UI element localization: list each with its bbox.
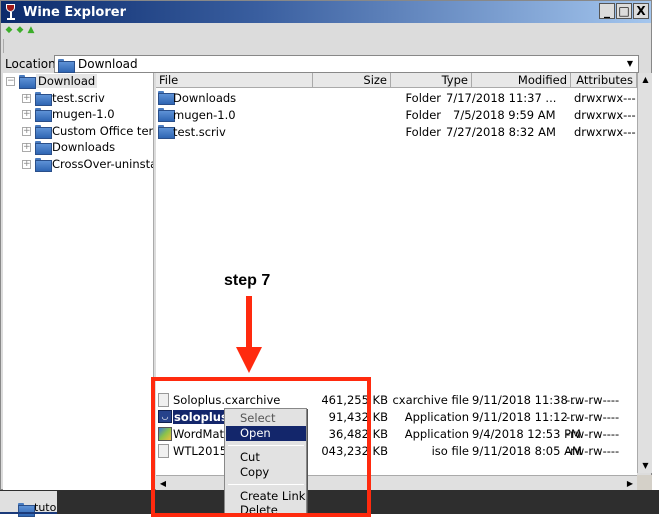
location-bar: Location: Download ▼ <box>1 54 651 74</box>
tree-item-label: test.scriv <box>52 91 105 105</box>
file-attributes: -rw-rw---- <box>566 444 620 458</box>
folder-icon <box>35 92 52 106</box>
file-attributes: -rw-rw---- <box>566 393 620 407</box>
file-attributes: drwxrwx--- <box>574 125 636 139</box>
folder-icon <box>35 158 52 172</box>
folder-icon <box>35 141 52 155</box>
tree-item[interactable]: + Downloads <box>22 139 115 155</box>
annotation-arrow-head-icon <box>236 347 262 373</box>
folder-icon <box>35 125 52 139</box>
desktop-edge <box>652 0 659 490</box>
column-header-size[interactable]: Size <box>313 73 391 88</box>
toolbar: ◆ ◆ ▲ <box>1 23 651 37</box>
file-attributes: drwxrwx--- <box>574 108 636 122</box>
file-type: Application <box>404 410 469 424</box>
up-arrow-icon[interactable]: ▲ <box>27 26 35 35</box>
minimize-button[interactable]: _ <box>599 3 615 19</box>
tree-item[interactable]: + CrossOver-uninstall <box>22 156 154 172</box>
location-value[interactable]: Download <box>78 57 138 71</box>
list-row-folder[interactable]: mugen-1.0 Folder 7/5/2018 9:59 AM drwxrw… <box>156 106 637 123</box>
folder-icon <box>158 125 175 139</box>
column-header-type[interactable]: Type <box>391 73 472 88</box>
tree-item[interactable]: + Custom Office templ <box>22 123 153 139</box>
file-modified: 7/17/2018 11:37 ... <box>446 91 557 105</box>
file-modified: 7/27/2018 8:32 AM <box>446 125 556 139</box>
file-type: Folder <box>405 125 441 139</box>
column-header-file[interactable]: File <box>156 73 313 88</box>
maximize-button[interactable]: □ <box>616 3 632 19</box>
tree-item-label: mugen-1.0 <box>52 107 115 121</box>
window-title: Wine Explorer <box>23 4 126 20</box>
wine-glass-icon <box>4 3 18 21</box>
file-name: test.scriv <box>173 125 226 139</box>
tree-item-root[interactable]: − Download <box>6 73 98 89</box>
forward-arrow-icon[interactable]: ◆ <box>16 26 24 35</box>
location-label: Location: <box>5 57 60 71</box>
tree-item-label: Download <box>36 74 98 88</box>
file-type: Folder <box>405 108 441 122</box>
toolbar-grip[interactable] <box>3 39 5 53</box>
back-arrow-icon[interactable]: ◆ <box>5 26 13 35</box>
annotation-step-label: step 7 <box>224 272 271 289</box>
file-attributes: -rw-rw---- <box>566 427 620 441</box>
scroll-right-icon[interactable]: ▶ <box>623 476 637 491</box>
column-header-attributes[interactable]: Attributes <box>571 73 637 88</box>
annotation-highlight-box <box>151 377 371 517</box>
tree-item-label: CrossOver-uninstall <box>52 157 154 171</box>
location-combobox[interactable]: Download ▼ <box>54 55 639 73</box>
tree-item[interactable]: + mugen-1.0 <box>22 106 115 122</box>
chevron-down-icon[interactable]: ▼ <box>623 57 637 71</box>
tree-item[interactable]: + test.scriv <box>22 90 105 106</box>
title-bar[interactable]: Wine Explorer _ □ X <box>1 1 651 23</box>
file-type: iso file <box>431 444 469 458</box>
file-name: mugen-1.0 <box>173 108 236 122</box>
list-row-folder[interactable]: test.scriv Folder 7/27/2018 8:32 AM drwx… <box>156 123 637 140</box>
folder-icon <box>158 91 175 105</box>
file-modified: 9/4/2018 12:53 PM <box>472 427 581 441</box>
vertical-scrollbar[interactable]: ▲ ▼ <box>637 73 653 473</box>
folder-icon <box>19 75 36 89</box>
scroll-corner <box>637 475 653 491</box>
folder-icon <box>58 58 75 73</box>
file-type: cxarchive file <box>392 393 469 407</box>
folder-icon <box>35 108 52 122</box>
folder-tree: − Download + test.scriv + mugen-1.0 + Cu… <box>3 73 154 491</box>
scroll-down-icon[interactable]: ▼ <box>638 459 653 473</box>
window-controls: _ □ X <box>599 3 649 19</box>
file-attributes: -rw-rw---- <box>566 410 620 424</box>
collapse-icon[interactable]: − <box>6 76 15 86</box>
folder-icon <box>158 108 175 122</box>
scroll-up-icon[interactable]: ▲ <box>638 73 653 87</box>
expand-icon[interactable]: + <box>22 159 31 169</box>
list-row-folder[interactable]: Downloads Folder 7/17/2018 11:37 ... drw… <box>156 89 637 106</box>
annotation-arrow-shaft <box>246 296 252 348</box>
expand-icon[interactable]: + <box>22 126 31 136</box>
taskbar-item[interactable]: tuto <box>0 491 57 517</box>
close-button[interactable]: X <box>633 3 649 19</box>
tree-item-label: Downloads <box>52 140 116 154</box>
column-header-modified[interactable]: Modified <box>472 73 571 88</box>
file-attributes: drwxrwx--- <box>574 91 636 105</box>
file-modified: 7/5/2018 9:59 AM <box>453 108 556 122</box>
file-type: Folder <box>405 91 441 105</box>
tree-item-label: Custom Office templ <box>52 124 153 138</box>
expand-icon[interactable]: + <box>22 142 31 152</box>
file-name: Downloads <box>173 91 237 105</box>
expand-icon[interactable]: + <box>22 93 31 103</box>
expand-icon[interactable]: + <box>22 109 31 119</box>
file-type: Application <box>404 427 469 441</box>
